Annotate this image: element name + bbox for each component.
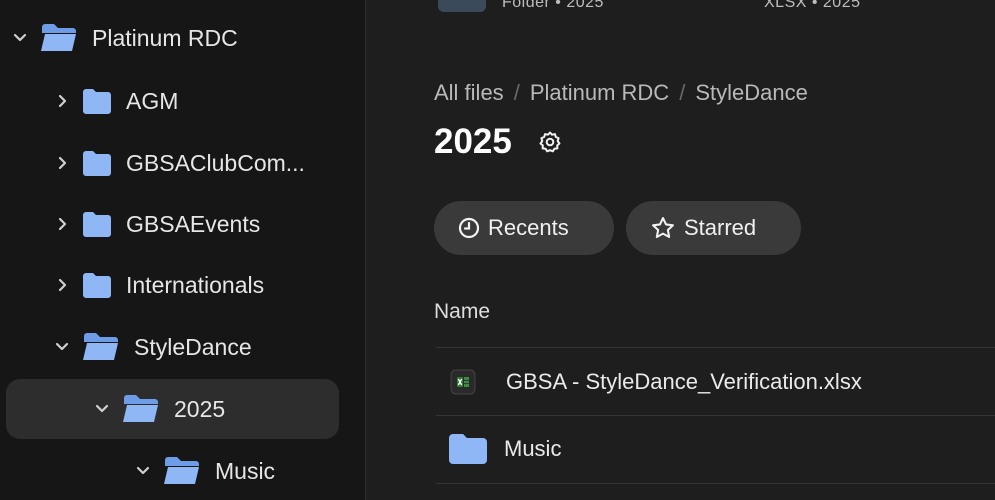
- breadcrumb: All files / Platinum RDC / StyleDance: [434, 80, 808, 106]
- main-content: Folder • 2025 XLSX • 2025 All files / Pl…: [366, 0, 995, 500]
- column-header-name[interactable]: Name: [434, 300, 490, 324]
- gear-icon[interactable]: [538, 130, 562, 154]
- tree-item-2025[interactable]: 2025: [6, 379, 339, 439]
- tree-item-gbsaclubcom[interactable]: GBSAClubCom...: [50, 133, 350, 193]
- tree-item-label: 2025: [174, 395, 226, 422]
- tree-item-internationals[interactable]: Internationals: [50, 255, 350, 315]
- page-title-row: 2025: [434, 122, 562, 162]
- breadcrumb-item-all-files[interactable]: All files: [434, 80, 504, 106]
- tree-item-gbsaevents[interactable]: GBSAEvents: [50, 194, 350, 254]
- tree-item-label: GBSAEvents: [126, 210, 261, 237]
- file-name[interactable]: GBSA - StyleDance_Verification.xlsx: [506, 369, 862, 395]
- tree-item-label: Platinum RDC: [92, 24, 238, 51]
- breadcrumb-separator: /: [513, 80, 520, 105]
- divider: [436, 347, 995, 348]
- starred-label: Starred: [684, 215, 757, 240]
- breadcrumb-item-platinum-rdc[interactable]: Platinum RDC: [530, 80, 669, 106]
- chevron-right-icon[interactable]: [50, 156, 74, 170]
- tree-item-label: AGM: [126, 87, 179, 114]
- recents-label: Recents: [488, 215, 569, 240]
- folder-icon: [82, 88, 112, 114]
- tree-item-styledance[interactable]: StyleDance: [50, 317, 350, 377]
- starred-filter-button[interactable]: Starred: [626, 201, 801, 255]
- tree-item-label: Internationals: [126, 271, 265, 298]
- folder-icon: [82, 211, 112, 237]
- chevron-down-icon[interactable]: [131, 464, 155, 478]
- file-name[interactable]: Music: [504, 436, 561, 462]
- excel-file-icon: [436, 369, 506, 395]
- recents-filter-button[interactable]: Recents: [434, 201, 614, 255]
- chevron-right-icon[interactable]: [50, 94, 74, 108]
- folder-icon: [82, 150, 112, 176]
- open-folder-icon: [163, 456, 201, 486]
- table-row[interactable]: GBSA - StyleDance_Verification.xlsx: [436, 349, 995, 415]
- chevron-right-icon[interactable]: [50, 217, 74, 231]
- tree-item-label: Music: [215, 457, 276, 484]
- breadcrumb-separator: /: [679, 80, 686, 105]
- suggested-card-thumbnail[interactable]: [438, 0, 486, 12]
- chevron-down-icon[interactable]: [90, 402, 114, 416]
- page-title: 2025: [434, 122, 512, 161]
- folder-icon: [436, 433, 504, 465]
- open-folder-icon: [122, 394, 160, 424]
- chevron-right-icon[interactable]: [50, 278, 74, 292]
- open-folder-icon: [82, 332, 120, 362]
- tree-item-label: StyleDance: [134, 333, 252, 360]
- breadcrumb-item-styledance[interactable]: StyleDance: [695, 80, 808, 106]
- folder-icon: [82, 272, 112, 298]
- tree-item-agm[interactable]: AGM: [50, 71, 350, 131]
- chevron-down-icon[interactable]: [8, 31, 32, 45]
- divider: [436, 483, 995, 484]
- tree-item-label: GBSAClubCom...: [126, 149, 305, 176]
- suggested-card-meta: Folder • 2025: [502, 0, 604, 11]
- table-row[interactable]: Music: [436, 416, 995, 482]
- tree-item-platinum-rdc[interactable]: Platinum RDC: [8, 8, 358, 68]
- sidebar: Platinum RDC AGM GBSAClubCom... GBSAEven…: [0, 0, 366, 500]
- open-folder-icon: [40, 23, 78, 53]
- suggested-card-meta: XLSX • 2025: [764, 0, 861, 11]
- star-icon: [650, 215, 676, 241]
- clock-icon: [458, 217, 480, 239]
- chevron-down-icon[interactable]: [50, 340, 74, 354]
- tree-item-music[interactable]: Music: [131, 441, 351, 500]
